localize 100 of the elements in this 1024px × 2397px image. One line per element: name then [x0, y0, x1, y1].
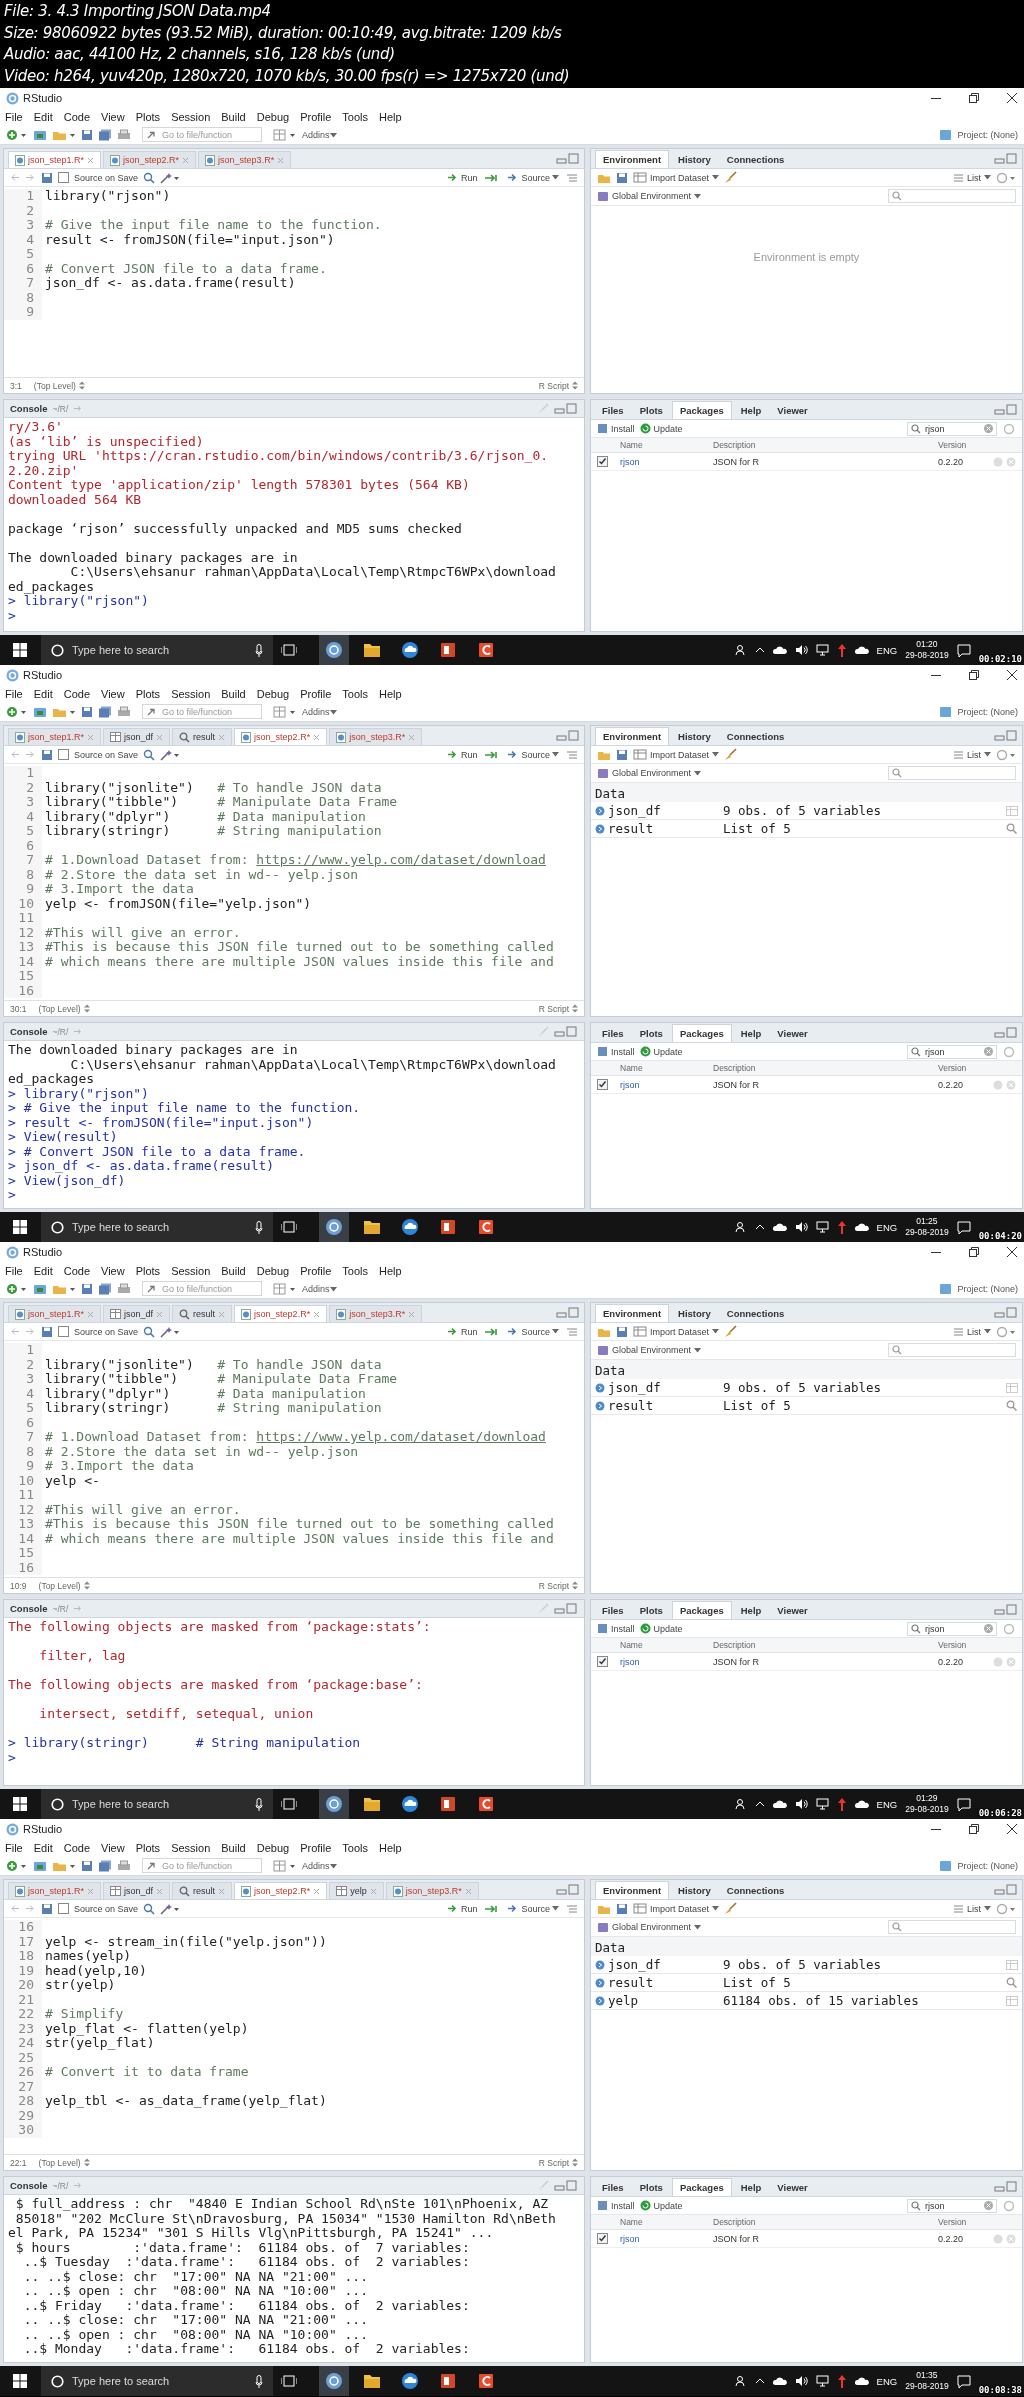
editor-tab[interactable]: json_step3.R*: [385, 1882, 479, 1899]
project-menu[interactable]: Project: (None): [957, 129, 1018, 140]
notification-icon[interactable]: [956, 1220, 971, 1234]
menu-item[interactable]: Debug: [256, 1841, 290, 1854]
pane-tab[interactable]: Plots: [632, 402, 670, 419]
checkbox[interactable]: [597, 1079, 608, 1090]
microphone-icon[interactable]: [255, 1797, 263, 1811]
package-link[interactable]: rjson: [620, 456, 710, 467]
wand-icon[interactable]: [160, 1902, 181, 1915]
editor-tab[interactable]: json_step1.R*: [8, 1305, 102, 1322]
variable-name[interactable]: json_df: [608, 1957, 720, 1972]
speaker-icon[interactable]: [794, 1798, 808, 1810]
editor-tab[interactable]: json_step2.R*: [103, 151, 197, 168]
pane-resize-icon[interactable]: [994, 404, 1018, 415]
close-tab-icon[interactable]: [313, 1887, 321, 1895]
addins-menu[interactable]: Addins: [302, 1283, 337, 1294]
pane-tab[interactable]: Help: [733, 402, 769, 419]
clock-time[interactable]: 01:25: [916, 1216, 938, 1227]
close-tab-icon[interactable]: [408, 1310, 416, 1318]
people-icon[interactable]: [734, 1798, 747, 1810]
pane-resize-icon[interactable]: [994, 1027, 1018, 1038]
wand-icon[interactable]: [160, 171, 181, 184]
install-button[interactable]: Install: [597, 423, 635, 434]
pane-tab[interactable]: Connections: [719, 1882, 792, 1899]
addins-menu[interactable]: Addins: [302, 1860, 337, 1871]
link[interactable]: https://www.yelp.com/dataset/download: [256, 1429, 546, 1444]
run-button[interactable]: Run: [444, 1326, 480, 1337]
clock-date[interactable]: 29-08-2019: [905, 650, 949, 661]
menu-item[interactable]: Build: [221, 110, 246, 123]
editor-tab[interactable]: json_step3.R*: [198, 151, 292, 168]
link[interactable]: https://www.yelp.com/dataset/download: [256, 852, 546, 867]
pane-tab[interactable]: Help: [733, 1025, 769, 1042]
close-tab-icon[interactable]: [156, 733, 164, 741]
menu-item[interactable]: Help: [379, 110, 402, 123]
import-dataset-menu[interactable]: Import Dataset: [633, 749, 720, 760]
monitor-icon[interactable]: [815, 644, 829, 656]
project-menu[interactable]: Project: (None): [957, 706, 1018, 717]
close-tab-icon[interactable]: [369, 1887, 377, 1895]
editor-tab[interactable]: json_df: [103, 1305, 171, 1322]
menu-item[interactable]: View: [101, 1841, 125, 1854]
print-icon[interactable]: [117, 705, 131, 718]
editor-tab[interactable]: json_step3.R*: [329, 1305, 423, 1322]
menu-item[interactable]: Plots: [135, 1841, 161, 1854]
save-icon[interactable]: [41, 1902, 53, 1915]
pane-tab[interactable]: History: [671, 1882, 718, 1899]
menu-item[interactable]: Help: [379, 1841, 402, 1854]
microphone-icon[interactable]: [255, 1220, 263, 1234]
pane-tab[interactable]: Files: [595, 1025, 631, 1042]
addins-menu[interactable]: Addins: [302, 129, 337, 140]
environment-selector[interactable]: Global Environment: [597, 1921, 702, 1933]
editor-tab[interactable]: result: [172, 728, 233, 745]
search-icon[interactable]: [1006, 1400, 1018, 1411]
file-type-selector[interactable]: R Script: [538, 380, 578, 391]
menu-item[interactable]: Plots: [135, 1264, 161, 1277]
install-button[interactable]: Install: [597, 1046, 635, 1057]
pane-tab[interactable]: History: [671, 728, 718, 745]
file-type-selector[interactable]: R Script: [538, 2157, 578, 2168]
circle-app-icon[interactable]: [319, 1789, 349, 1819]
windows-logo-icon[interactable]: [13, 1797, 27, 1811]
close-icon[interactable]: [1006, 669, 1018, 681]
menu-item[interactable]: Tools: [342, 1841, 369, 1854]
pane-tab[interactable]: Help: [733, 1602, 769, 1619]
source-button[interactable]: Source: [505, 172, 561, 183]
menu-item[interactable]: Debug: [256, 687, 290, 700]
windows-logo-icon[interactable]: [13, 2374, 27, 2388]
close-tab-icon[interactable]: [277, 156, 285, 164]
project-icon[interactable]: [33, 1859, 47, 1872]
grid-icon[interactable]: [273, 1282, 297, 1295]
cloud-upload-icon[interactable]: [854, 1222, 869, 1232]
print-icon[interactable]: [117, 1859, 131, 1872]
view-mode-menu[interactable]: List: [953, 1326, 991, 1337]
expand-icon[interactable]: [595, 1959, 605, 1970]
pane-tab[interactable]: Files: [595, 1602, 631, 1619]
back-forward-icon[interactable]: [10, 749, 36, 760]
close-tab-icon[interactable]: [87, 1887, 95, 1895]
search-field[interactable]: rjson: [907, 1044, 997, 1059]
clear-icon[interactable]: [984, 2201, 993, 2210]
search-field[interactable]: [888, 1343, 1016, 1357]
expand-icon[interactable]: [595, 1995, 605, 2006]
menu-item[interactable]: Edit: [33, 110, 53, 123]
caret-up-icon[interactable]: [754, 646, 765, 654]
print-icon[interactable]: [117, 128, 131, 141]
cloud-upload-icon[interactable]: [854, 2376, 869, 2386]
cloud-icon[interactable]: [772, 645, 787, 655]
project-menu[interactable]: Project: (None): [957, 1860, 1018, 1871]
save-icon[interactable]: [81, 705, 93, 718]
expand-icon[interactable]: [595, 1382, 605, 1393]
pane-resize-icon[interactable]: [994, 153, 1018, 164]
view-mode-menu[interactable]: List: [953, 1903, 991, 1914]
pane-tab[interactable]: Connections: [719, 728, 792, 745]
cloud-icon[interactable]: [772, 1222, 787, 1232]
pane-resize-icon[interactable]: [994, 1884, 1018, 1895]
variable-name[interactable]: yelp: [608, 1993, 720, 2008]
menu-item[interactable]: Build: [221, 1264, 246, 1277]
menu-item[interactable]: Session: [171, 1841, 211, 1854]
menu-item[interactable]: Edit: [33, 1264, 53, 1277]
clock-date[interactable]: 29-08-2019: [905, 2381, 949, 2392]
pane-tab[interactable]: Plots: [632, 2179, 670, 2196]
checkbox[interactable]: [597, 1656, 608, 1667]
checkbox[interactable]: [58, 172, 69, 183]
